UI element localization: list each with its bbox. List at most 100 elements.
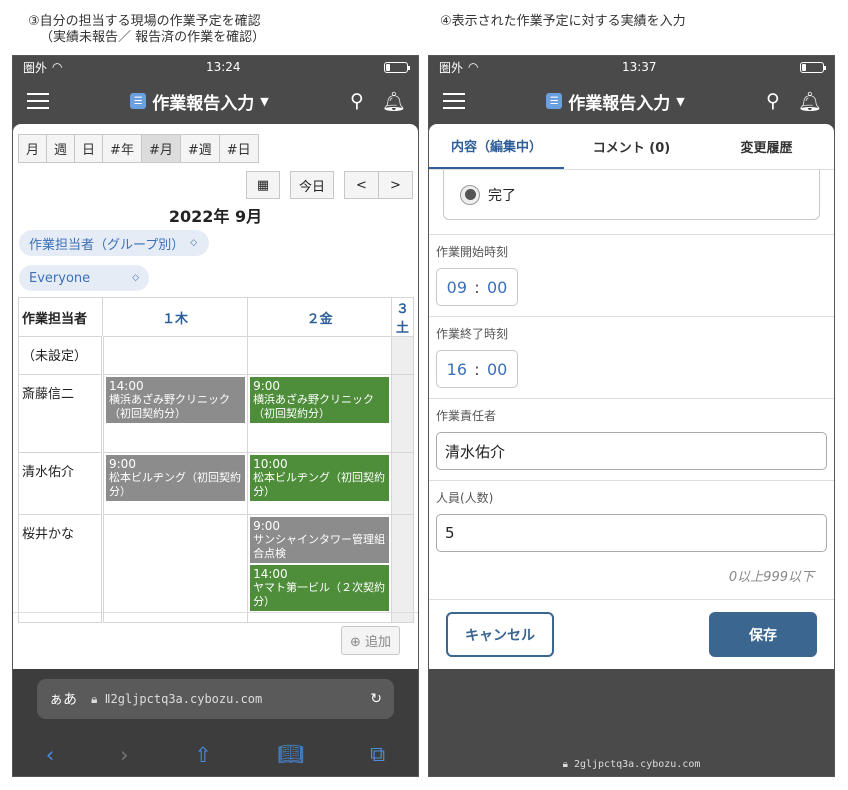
schedule-event[interactable]: 14:00 横浜あざみ野クリニック（初回契約分） [106,377,246,423]
day-cell[interactable]: 9:00 横浜あざみ野クリニック（初回契約分） [247,374,393,453]
schedule-event[interactable]: 9:00 サンシャインタワー管理組合点検 [250,517,390,563]
add-button[interactable]: ⊕ 追加 [340,626,400,655]
assignee-name: 清水佑介 [18,452,104,515]
event-title: サンシャインタワー管理組合点検 [253,533,386,560]
cancel-button[interactable]: キャンセル [446,612,554,657]
day-header[interactable]: ２金 [247,297,393,337]
event-title: 横浜あざみ野クリニック（初回契約分） [253,393,375,420]
app-list-icon: ☰ [130,93,147,109]
day-cell-saturday[interactable] [391,452,414,515]
day-header[interactable]: ３土 [391,297,414,337]
save-button[interactable]: 保存 [709,612,817,657]
people-field: 人員(人数) 5 0以上999以下 [429,480,834,595]
schedule-event[interactable]: 10:00 松本ビルヂング（初回契約分） [250,455,390,501]
tab-content[interactable]: 内容（編集中） [429,124,564,169]
lock-icon: 🔒︎ [91,691,98,706]
event-time: 9:00 [109,457,136,471]
schedule-event[interactable]: 14:00 ヤマト第一ビル（２次契約分） [250,565,390,611]
menu-icon[interactable] [443,92,465,110]
tab-history[interactable]: 変更履歴 [699,124,834,169]
view-button[interactable]: 日 [74,134,104,163]
bell-icon[interactable]: 🔔︎ [382,90,406,113]
view-button[interactable]: #日 [218,134,259,163]
event-time: 9:00 [253,519,281,533]
footer-url-value: 2gljpctq3a.cybozu.com [573,759,701,770]
plus-icon: ⊕ [349,635,365,650]
start-time-input[interactable]: 09:00 [436,268,518,306]
form-tabs: 内容（編集中） コメント (0) 変更履歴 [429,124,834,170]
day-cell[interactable]: 9:00 松本ビルヂング（初回契約分） [101,452,249,515]
schedule-event[interactable]: 9:00 横浜あざみ野クリニック（初回契約分） [250,377,390,423]
day-cell[interactable]: 10:00 松本ビルヂング（初回契約分） [247,452,393,515]
divider [13,612,418,613]
chevron-down-icon: ▼ [260,94,269,108]
table-row: 斎藤信二 14:00 横浜あざみ野クリニック（初回契約分） 9:00 横浜あざみ野クリニ… [18,374,414,453]
view-button[interactable]: #月 [140,134,181,163]
radio-selected-icon[interactable] [460,184,480,205]
day-cell[interactable]: 14:00 横浜あざみ野クリニック（初回契約分） [101,374,249,453]
day-cell-saturday[interactable] [391,514,414,623]
menu-icon[interactable] [27,92,49,110]
assignee-name: 斎藤信二 [18,374,104,453]
view-button[interactable]: #週 [179,134,220,163]
bell-icon[interactable]: 🔔︎ [798,90,822,113]
start-minute: 00 [486,277,508,297]
next-button[interactable]: > [378,171,413,199]
app-title-dropdown[interactable]: ☰ 作業報告入力 ▼ [130,89,269,114]
calendar-icon-button[interactable]: ▦ [246,171,280,199]
day-cell[interactable]: 9:00 サンシャインタワー管理組合点検 14:00 ヤマト第一ビル（２次契約分） [247,514,393,623]
day-cell[interactable] [247,336,393,375]
start-hour: 09 [446,277,467,297]
view-button[interactable]: 月 [18,134,48,163]
day-cell-saturday[interactable] [391,336,414,375]
event-title: 松本ビルヂング（初回契約分） [109,471,241,498]
end-hour: 16 [446,359,467,379]
text-size-button[interactable]: ぁあ [49,689,77,709]
right-caption: ④表示された作業予定に対する実績を入力 [440,14,686,29]
tabs-icon[interactable]: ⧉ [370,742,385,767]
browser-address-bar: ぁあ 🔒︎ Ⅱ2gljpctq3a.cybozu.com ↻ [13,669,418,731]
day-header[interactable]: １木 [101,297,249,337]
start-time-field: 作業開始時刻 09:00 [429,234,834,316]
forward-icon[interactable]: › [120,743,128,767]
today-button[interactable]: 今日 [290,171,334,199]
form-actions: キャンセル 保存 [429,599,834,669]
browser-footer: 🔒︎ 2gljpctq3a.cybozu.com [429,669,834,776]
prev-button[interactable]: < [344,171,379,199]
wifi-icon: ◠ [468,60,479,74]
search-icon[interactable]: ⚲ [766,90,780,112]
day-cell[interactable] [101,514,249,623]
view-button[interactable]: #年 [102,134,142,163]
schedule-event[interactable]: 9:00 松本ビルヂング（初回契約分） [106,455,246,501]
schedule-panel: 月週日 #年 #月 #週 #日 ▦ 今日 < > 2022年 9月 作業担当者（グループ… [13,124,418,669]
day-cell-saturday[interactable] [391,374,414,453]
status-radio-option[interactable]: 完了 [443,170,820,220]
member-select[interactable]: Everyone ◇ [19,265,149,291]
tab-comments[interactable]: コメント (0) [564,124,699,169]
bookmarks-icon[interactable]: 📖︎ [278,742,305,767]
manager-label: 作業責任者 [436,409,497,423]
share-icon[interactable]: ⇧ [194,743,212,767]
end-time-input[interactable]: 16:00 [436,350,518,388]
app-title-dropdown[interactable]: ☰ 作業報告入力 ▼ [546,89,685,114]
reload-icon[interactable]: ↻ [370,691,382,707]
view-button[interactable]: 週 [46,134,76,163]
people-hint: 0以上999以下 [728,570,814,585]
event-time: 10:00 [253,457,288,471]
assignee-name: （未設定） [18,336,104,375]
left-caption-line1: ③自分の担当する現場の作業予定を確認 [28,14,261,29]
status-bar: 圏外 ◠ 13:37 [429,56,834,78]
updown-icon: ◇ [132,273,139,283]
group-select[interactable]: 作業担当者（グループ別） ◇ [19,230,209,256]
start-time-label: 作業開始時刻 [436,245,509,259]
people-input[interactable]: 5 [436,514,827,552]
search-icon[interactable]: ⚲ [350,90,364,112]
updown-icon: ◇ [190,238,198,248]
day-cell[interactable] [101,336,249,375]
battery-icon [800,61,826,73]
back-icon[interactable]: ‹ [46,743,54,767]
url-field[interactable]: ぁあ 🔒︎ Ⅱ2gljpctq3a.cybozu.com ↻ [37,679,394,719]
manager-input[interactable]: 清水佑介 [436,432,827,470]
url-text: 🔒︎ Ⅱ2gljpctq3a.cybozu.com [91,692,356,707]
name-column-header: 作業担当者 [18,297,103,337]
